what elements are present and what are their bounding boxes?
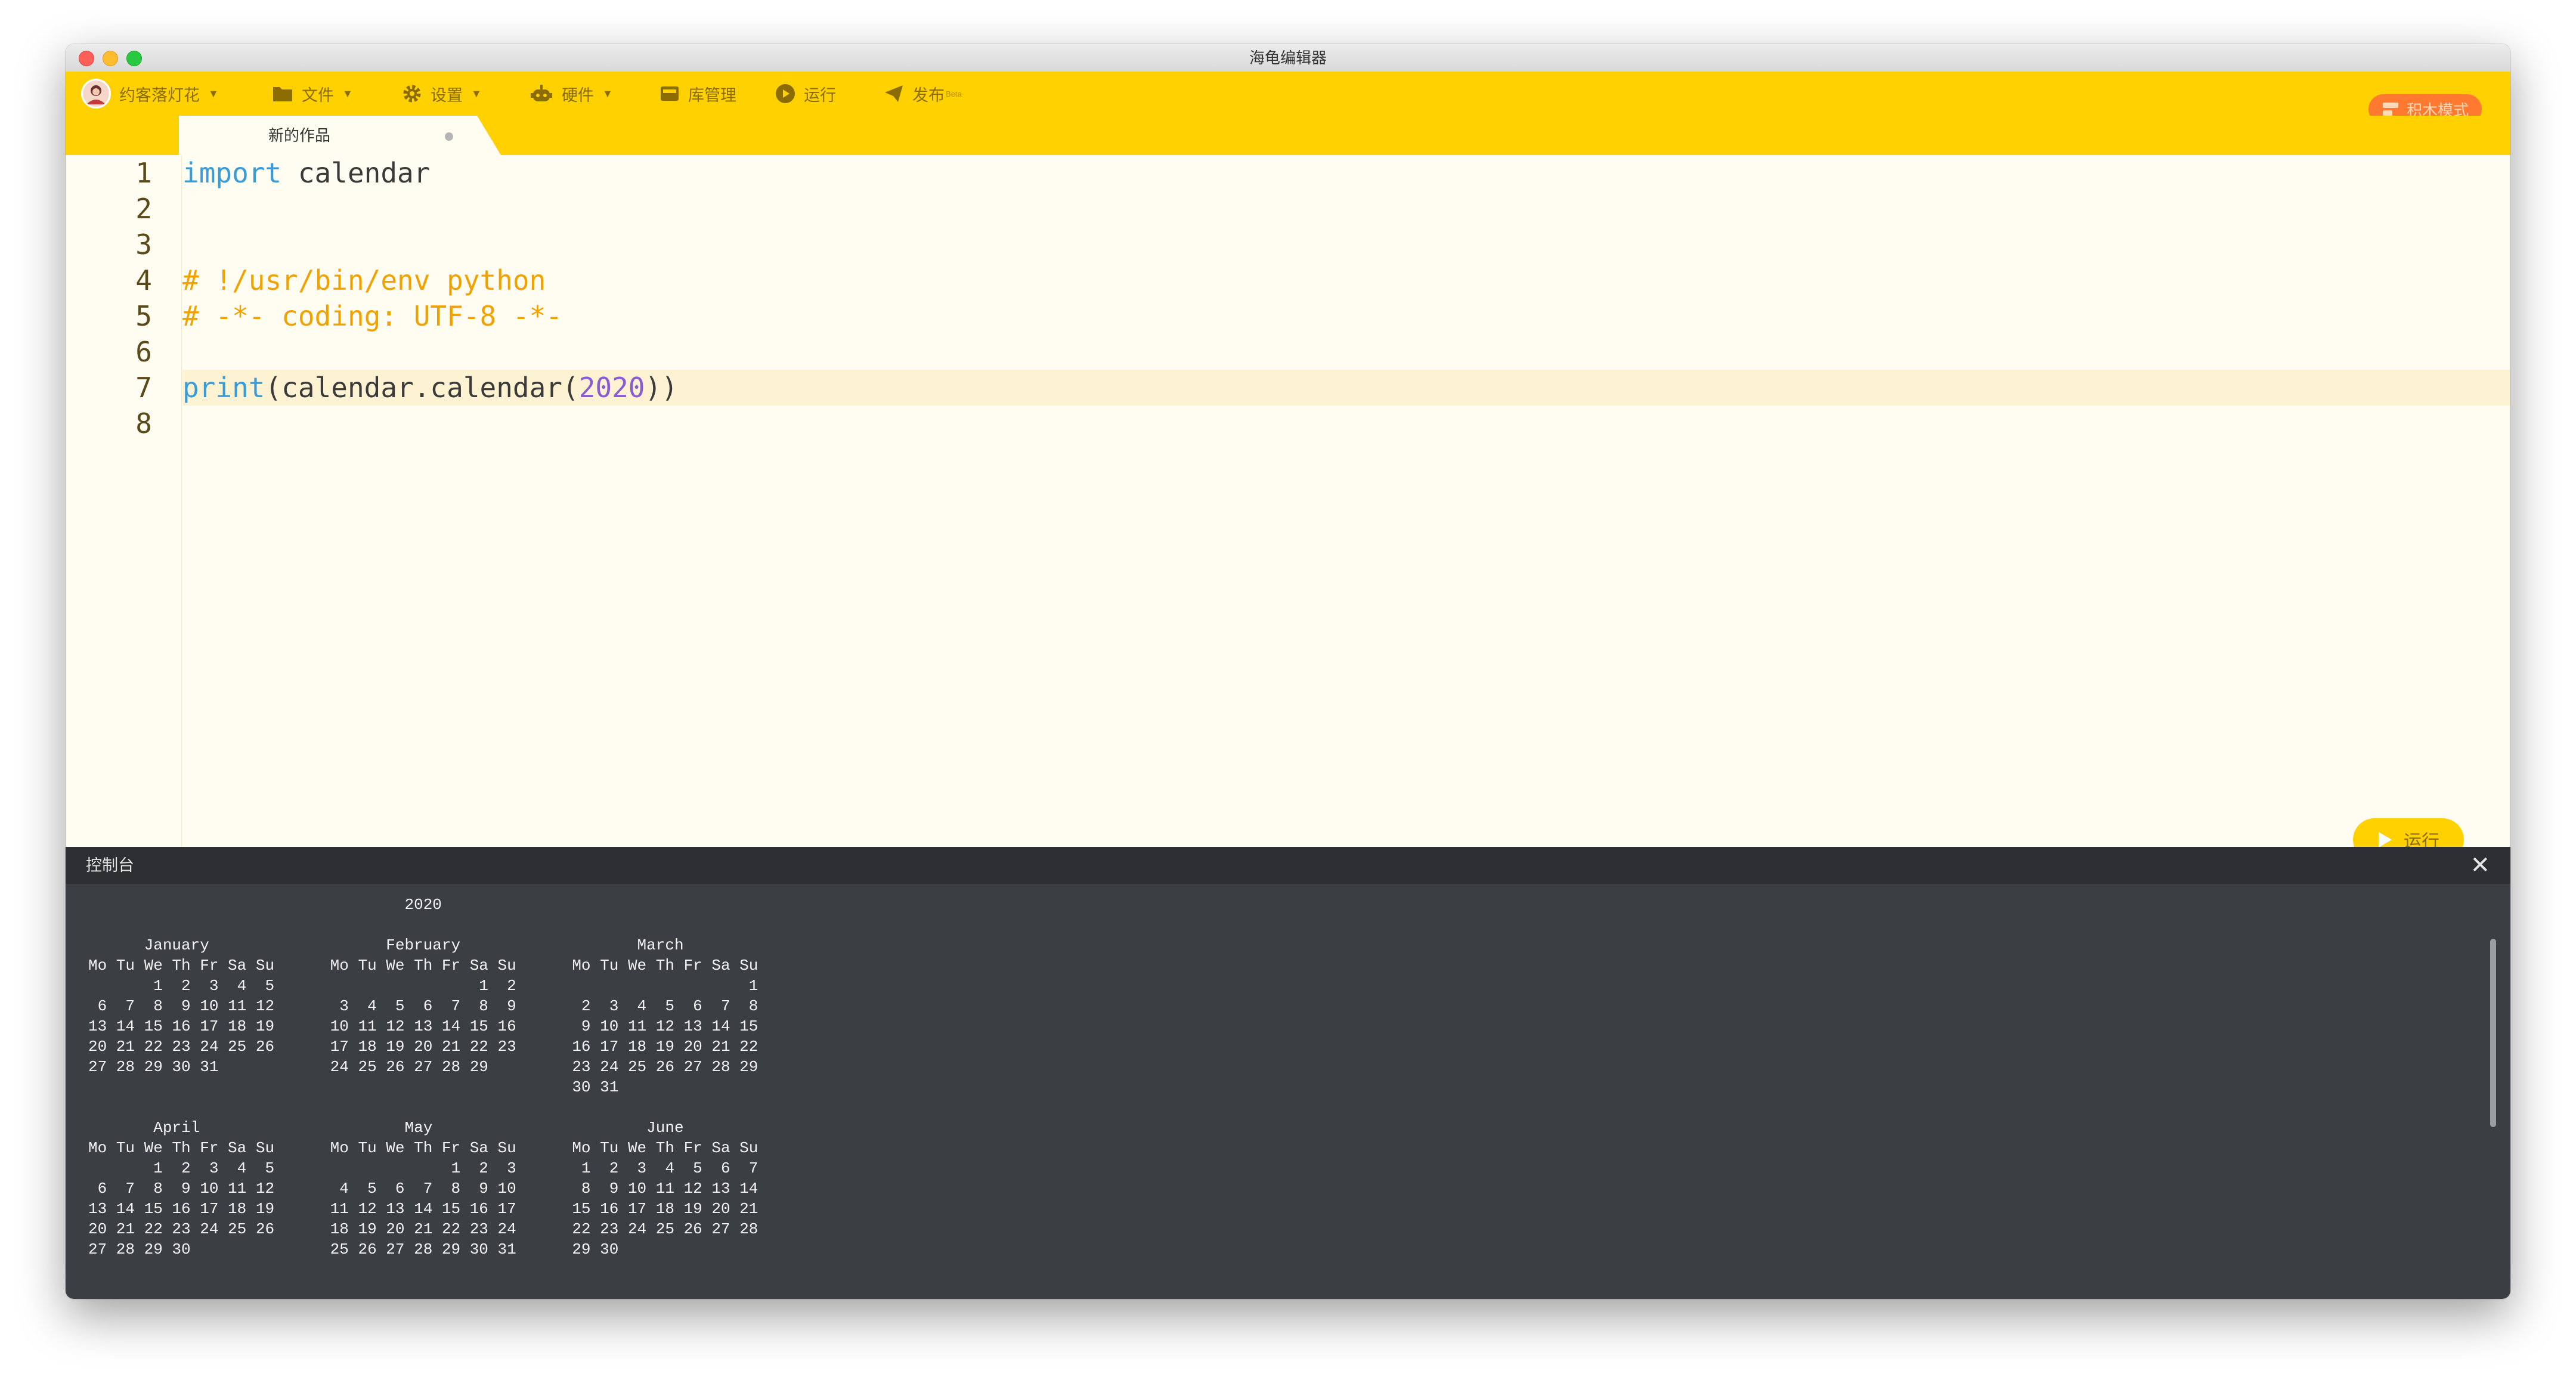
line-number: 2 bbox=[135, 193, 152, 225]
toolbar: 约客落灯花 ▼ 文件 ▼ 设置 ▼ 硬件 ▼ 库管理 运行 发布 Beta bbox=[66, 72, 2510, 116]
console-scrollbar[interactable] bbox=[2490, 939, 2496, 1127]
close-icon[interactable]: ✕ bbox=[2470, 847, 2490, 884]
file-menu[interactable]: 文件 ▼ bbox=[272, 72, 353, 116]
line-number: 7 bbox=[135, 372, 152, 404]
blocks-icon bbox=[2382, 103, 2398, 116]
settings-menu[interactable]: 设置 ▼ bbox=[402, 72, 482, 116]
code-line-4[interactable]: # !/usr/bin/env python bbox=[182, 262, 546, 298]
console-panel: 控制台 ✕ 2020 January February March Mo Tu … bbox=[66, 847, 2510, 1299]
builtin-token: print bbox=[182, 372, 265, 404]
unsaved-dot-icon[interactable] bbox=[445, 132, 453, 141]
tab-bar: 新的作品 bbox=[66, 116, 2510, 155]
beta-badge: Beta bbox=[946, 89, 962, 98]
line-number: 4 bbox=[135, 264, 152, 296]
gear-icon bbox=[403, 85, 421, 103]
publish-button[interactable]: 发布 Beta bbox=[884, 72, 962, 116]
console-output: 2020 January February March Mo Tu We Th … bbox=[88, 896, 758, 1258]
keyword-token: import bbox=[182, 157, 282, 189]
user-name: 约客落灯花 bbox=[119, 86, 200, 104]
file-menu-label: 文件 bbox=[302, 86, 334, 104]
code-line-7[interactable]: print(calendar.calendar(2020)) bbox=[182, 370, 678, 406]
code-editor[interactable]: 1 2 3 4 5 6 7 8 import calendar # !/usr/… bbox=[66, 155, 2510, 847]
console-title: 控制台 bbox=[86, 856, 134, 874]
publish-label: 发布 bbox=[912, 86, 945, 104]
app-window: 海龟编辑器 约客落灯花 ▼ 文件 ▼ 设置 ▼ 硬件 ▼ 库管理 运行 发布 B… bbox=[66, 44, 2510, 1299]
hardware-robot-icon bbox=[531, 85, 552, 101]
code-token: )) bbox=[645, 372, 678, 404]
avatar bbox=[81, 79, 111, 109]
settings-menu-label: 设置 bbox=[431, 86, 463, 104]
caret-down-icon: ▼ bbox=[342, 87, 353, 100]
library-manager-label: 库管理 bbox=[688, 86, 736, 104]
console-header: 控制台 ✕ bbox=[66, 847, 2510, 884]
line-number: 1 bbox=[135, 157, 152, 189]
code-line-5[interactable]: # -*- coding: UTF-8 -*- bbox=[182, 298, 562, 334]
title-bar: 海龟编辑器 bbox=[66, 44, 2510, 72]
folder-icon bbox=[273, 87, 292, 101]
toolbar-run-label: 运行 bbox=[804, 86, 836, 104]
play-circle-icon bbox=[776, 84, 795, 103]
library-manager-button[interactable]: 库管理 bbox=[660, 72, 736, 116]
window-title: 海龟编辑器 bbox=[1249, 49, 1327, 67]
hardware-menu[interactable]: 硬件 ▼ bbox=[530, 72, 613, 116]
user-menu[interactable]: 约客落灯花 ▼ bbox=[81, 72, 219, 116]
code-token: (calendar.calendar( bbox=[265, 372, 579, 404]
caret-down-icon: ▼ bbox=[471, 87, 482, 100]
hardware-menu-label: 硬件 bbox=[562, 86, 594, 104]
number-token: 2020 bbox=[578, 372, 645, 404]
code-line-1[interactable]: import calendar bbox=[182, 155, 430, 191]
code-token: calendar bbox=[281, 157, 431, 189]
caret-down-icon: ▼ bbox=[208, 87, 219, 100]
line-number: 6 bbox=[135, 336, 152, 368]
line-number-gutter: 1 2 3 4 5 6 7 8 bbox=[66, 155, 182, 847]
tab-new-project[interactable]: 新的作品 bbox=[179, 116, 501, 155]
library-box-icon bbox=[661, 86, 679, 101]
play-icon bbox=[2379, 832, 2392, 847]
line-number: 5 bbox=[135, 300, 152, 332]
toolbar-run-button[interactable]: 运行 bbox=[775, 72, 836, 116]
line-number: 3 bbox=[135, 228, 152, 261]
caret-down-icon: ▼ bbox=[602, 87, 613, 100]
avatar-image-icon bbox=[83, 81, 109, 107]
tab-title: 新的作品 bbox=[268, 126, 331, 144]
line-number: 8 bbox=[135, 407, 152, 440]
paper-plane-icon bbox=[885, 85, 903, 102]
